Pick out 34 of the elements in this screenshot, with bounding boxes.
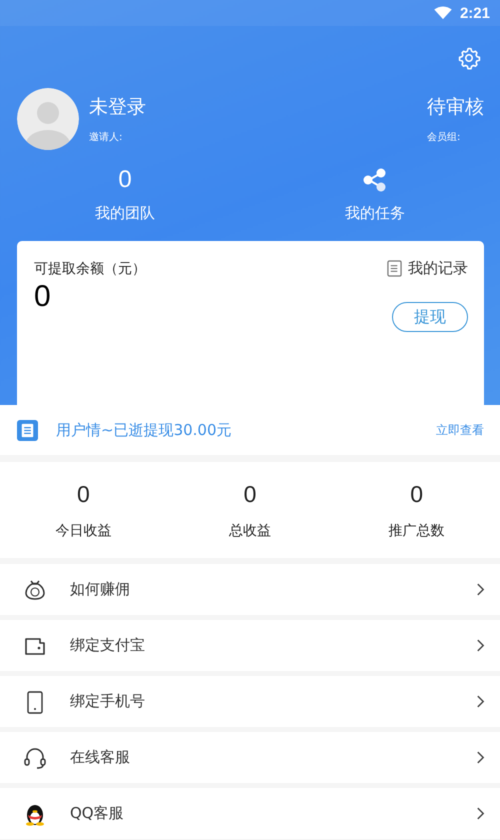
wifi-icon — [434, 6, 452, 20]
share-icon[interactable] — [362, 166, 388, 194]
notice-text: 用户情~已逝提现30.00元 — [56, 420, 233, 440]
stat-value: 0 — [410, 480, 424, 508]
team-count: 0 — [118, 166, 132, 194]
document-icon — [387, 260, 402, 277]
chevron-icon — [476, 806, 485, 821]
group-label: 会员组: — [427, 131, 460, 144]
chevron-icon — [476, 582, 485, 597]
notice-icon — [17, 420, 38, 440]
settings-icon[interactable] — [457, 46, 481, 70]
stat-value: 0 — [76, 480, 90, 508]
menu-item[interactable]: QQ客服 — [0, 788, 500, 839]
stat-label: 今日收益 — [55, 522, 112, 540]
avatar-icon — [17, 88, 79, 150]
chevron-icon — [476, 694, 485, 709]
stat-label: 总收益 — [229, 522, 271, 540]
menu-item[interactable]: 绑定手机号 — [0, 676, 500, 727]
review-status: 待审核 — [427, 95, 484, 120]
headset-icon — [23, 746, 47, 770]
stat-value: 0 — [244, 480, 256, 508]
menu-item[interactable]: 在线客服 — [0, 732, 500, 783]
status-time: 2:21 — [460, 4, 490, 22]
balance-title: 可提取余额（元） — [34, 260, 146, 278]
stat-label: 推广总数 — [388, 522, 445, 540]
money-bag-icon — [23, 578, 47, 602]
stat-label[interactable]: 我的团队 — [95, 204, 155, 223]
chevron-icon — [476, 750, 485, 765]
inviter-label: 邀请人: — [89, 130, 124, 144]
menu-item[interactable]: 绑定支付宝 — [0, 620, 500, 671]
balance-amount: 0 — [34, 280, 51, 314]
records-link[interactable]: 我的记录 — [387, 259, 468, 278]
menu-item[interactable]: 如何赚佣 — [0, 564, 500, 615]
chevron-icon — [476, 638, 485, 653]
